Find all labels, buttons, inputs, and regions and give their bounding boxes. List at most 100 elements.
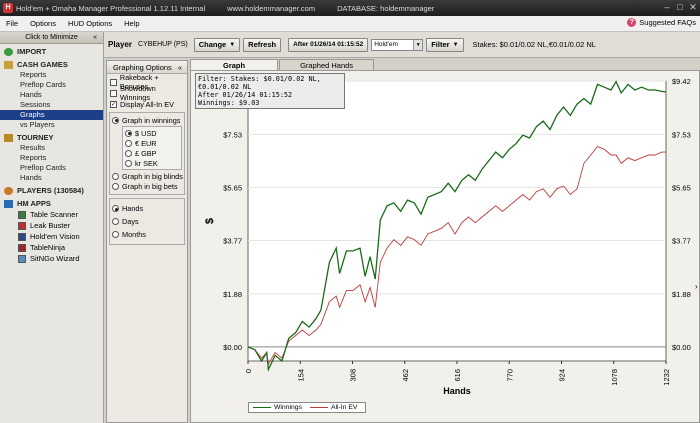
nav-item-graphs[interactable]: Graphs [0,110,103,120]
nav-hm-apps[interactable]: HM APPS [0,198,103,209]
nav-item-vs-players[interactable]: vs Players [0,120,103,130]
mode-days-label: Days [122,217,139,226]
big-bets-radio[interactable]: Graph in big bets [110,181,184,191]
app-leak-buster-label: Leak Buster [30,221,71,230]
table-scanner-icon [18,210,26,219]
currency-eur-radio[interactable]: € EUR [123,138,181,148]
double-chevron-left-icon: « [93,34,97,41]
currency-usd-radio[interactable]: $ USD [123,128,181,138]
minimize-nav-button[interactable]: Click to Minimize « [0,32,103,44]
legend-allin-label: All-In EV [330,404,358,411]
radio-dot [112,231,119,238]
menu-options[interactable]: Options [24,19,62,28]
y-axis-label: $ [204,218,216,224]
y-tick-label-right: $3.77 [672,236,691,245]
mode-months-label: Months [122,230,146,239]
maximize-icon[interactable]: □ [675,2,685,12]
nav-cash-games[interactable]: CASH GAMES [0,59,103,70]
filter-line-winnings: Winnings: $9.03 [198,99,260,107]
suggested-faqs-link[interactable]: ? Suggested FAQs [627,18,696,27]
showdown-checkbox[interactable]: Showdown Winnings [107,84,187,102]
tableninja-icon [18,243,26,252]
menu-file[interactable]: File [0,19,24,28]
player-name: CYBEHUP (PS) [138,41,188,48]
currency-gbp-label: £ GBP [135,148,157,158]
nav-item-tourney-reports[interactable]: Reports [0,153,103,163]
app-holdem-vision[interactable]: Hold'em Vision [0,231,103,242]
filter-summary-box: Filter: Stakes: $0.01/0.02 NL,€0.01/0.02… [195,73,345,109]
big-blinds-label: Graph in big blinds [122,171,183,181]
cash-icon [4,60,13,69]
close-icon[interactable]: ✕ [688,2,698,12]
y-tick-label-right: $7.53 [672,130,691,139]
legend-winnings-swatch [253,407,271,408]
x-axis-mode-group: Hands Days Months [109,198,185,245]
app-tableninja-label: TableNinja [30,243,66,252]
double-chevron-left-icon: « [177,63,182,72]
sitngo-wizard-icon [18,254,26,263]
allin-ev-label: Display All-In EV [120,99,174,109]
tab-graphed-hands[interactable]: Graphed Hands [279,59,375,70]
radio-dot [112,205,119,212]
app-leak-buster[interactable]: Leak Buster [0,220,103,231]
legend-winnings-label: Winnings [274,404,302,411]
window-buttons: ‒ □ ✕ [662,2,698,12]
x-tick-label: 462 [401,369,410,382]
radio-dot [125,129,132,137]
graphing-options-title: Graphing Options [113,63,172,72]
currency-sek-radio[interactable]: kr SEK [123,158,181,168]
y-tick-label-right: $5.65 [672,183,691,192]
app-table-scanner-label: Table Scanner [30,210,78,219]
nav-hm-apps-label: HM APPS [17,199,51,208]
radio-dot [112,116,119,124]
currency-gbp-radio[interactable]: £ GBP [123,148,181,158]
nav-item-preflop-cards[interactable]: Preflop Cards [0,80,103,90]
nav-players-label: PLAYERS (130584) [17,186,84,195]
graph-winnings-radio[interactable]: Graph in winnings [110,115,184,125]
mode-days-radio[interactable]: Days [110,215,184,228]
stakes-text: Stakes: $0.01/0.02 NL,€0.01/0.02 NL [472,40,596,49]
nav-players[interactable]: PLAYERS (130584) [0,185,103,196]
mode-hands-radio[interactable]: Hands [110,202,184,215]
mode-months-radio[interactable]: Months [110,228,184,241]
nav-item-tourney-results[interactable]: Results [0,143,103,153]
refresh-button[interactable]: Refresh [243,37,282,52]
apps-icon [4,199,13,208]
nav-item-sessions[interactable]: Sessions [0,100,103,110]
radio-dot [112,182,119,190]
filter-line-date: After 01/26/14 01:15:52 [198,91,293,99]
y-tick-label-right: $9.42 [672,77,691,86]
nav-item-tourney-hands[interactable]: Hands [0,173,103,183]
radio-dot [112,218,119,225]
app-table-scanner[interactable]: Table Scanner [0,209,103,220]
menu-hud-options[interactable]: HUD Options [62,19,118,28]
y-tick-label-left: $7.53 [223,130,242,139]
plot-background [247,80,667,362]
currency-usd-label: $ USD [135,128,157,138]
nav-item-hands[interactable]: Hands [0,90,103,100]
nav-item-reports[interactable]: Reports [0,70,103,80]
y-tick-label-right: $0.00 [672,343,691,352]
graph-units-group: Graph in winnings $ USD € EUR £ GBP kr S… [109,112,185,195]
nav-item-tourney-preflop-cards[interactable]: Preflop Cards [0,163,103,173]
game-select[interactable]: Hold'em ▼ [371,38,424,51]
nav-import[interactable]: IMPORT [0,46,103,57]
change-button[interactable]: Change ▼ [193,37,241,52]
right-arrow-icon[interactable]: › [695,282,699,291]
nav-tourney[interactable]: TOURNEY [0,132,103,143]
menu-help[interactable]: Help [118,19,145,28]
app-sitngo-wizard[interactable]: SitNGo Wizard [0,253,103,264]
currency-eur-label: € EUR [135,138,157,148]
nav-import-label: IMPORT [17,47,47,56]
big-blinds-radio[interactable]: Graph in big blinds [110,171,184,181]
app-tableninja[interactable]: TableNinja [0,242,103,253]
player-toolbar: Player CYBEHUP (PS) Change ▼ Refresh Aft… [104,32,700,58]
filter-button[interactable]: Filter ▼ [426,37,464,52]
minimize-label: Click to Minimize [25,34,78,41]
tab-graph[interactable]: Graph [190,59,279,70]
checkbox-box [110,89,117,97]
minimize-icon[interactable]: ‒ [662,2,672,12]
graphing-options-header[interactable]: Graphing Options « [107,61,187,74]
radio-dot [125,159,132,167]
date-filter-button[interactable]: After 01/26/14 01:15:52 [288,37,369,52]
